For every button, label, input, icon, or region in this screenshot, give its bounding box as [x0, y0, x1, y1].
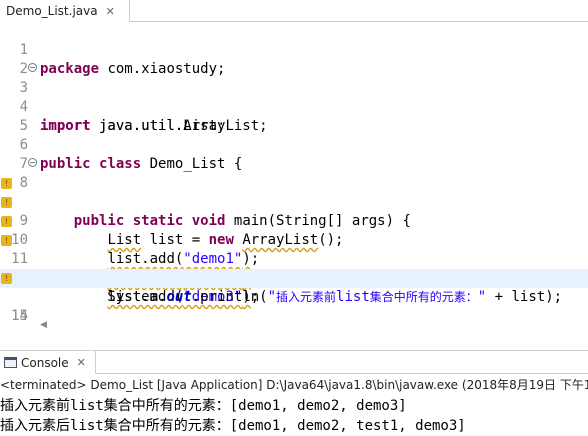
- warning-icon[interactable]: !: [1, 273, 12, 284]
- console-tab-label: Console: [21, 355, 69, 370]
- console-icon: [4, 357, 17, 368]
- code-line: 1 package com.xiaostudy;: [0, 22, 588, 77]
- code-line: ! 11 list.add("demo2");: [0, 212, 588, 286]
- console-tab-bar: Console ✕: [0, 350, 588, 374]
- code-line: 8 − public static void main(String[] arg…: [0, 155, 588, 229]
- console-output-line: 插入元素前list集合中所有的元素：[demo1, demo2, demo3]: [0, 398, 407, 414]
- code-line: ! 10 list.add("demo1");: [0, 193, 588, 267]
- warning-icon[interactable]: !: [1, 235, 12, 246]
- editor-tab-demo-list[interactable]: Demo_List.java ✕: [0, 0, 130, 22]
- editor-tab-label: Demo_List.java: [6, 4, 98, 18]
- code-editor[interactable]: 1 package com.xiaostudy; 2 3 − import ja…: [0, 22, 588, 328]
- close-icon[interactable]: ✕: [106, 5, 115, 18]
- code-line: 3 − import java.util.ArrayList;: [0, 60, 588, 134]
- warning-icon[interactable]: !: [1, 178, 12, 189]
- fold-minus-icon[interactable]: −: [28, 63, 37, 72]
- code-line: 13 System.out.println("插入元素前list集合中所有的元素…: [0, 250, 588, 305]
- horizontal-scrollbar[interactable]: ◀: [0, 320, 588, 330]
- code-line: 6 public class Demo_List {: [0, 117, 588, 172]
- warning-icon[interactable]: !: [1, 197, 12, 208]
- warning-icon[interactable]: !: [1, 216, 12, 227]
- code-line: 2: [0, 41, 588, 77]
- code-line: 7: [0, 136, 588, 172]
- editor-tab-bar: Demo_List.java ✕: [0, 0, 588, 22]
- code-line: 5: [0, 98, 588, 134]
- console-status: <terminated> Demo_List [Java Application…: [0, 378, 588, 392]
- code-line: ! 9 List list = new ArrayList();: [0, 174, 588, 248]
- scroll-left-icon[interactable]: ◀: [40, 320, 47, 330]
- close-icon[interactable]: ✕: [77, 356, 86, 369]
- code-line: 15 System.out.println("插入元素后list集合中所有的元素…: [0, 288, 588, 328]
- code-line-current: ! 14 list.add(2,"test1");: [0, 269, 588, 328]
- code-line: ! 12 list.add("demo3");: [0, 231, 588, 305]
- console-output-line: 插入元素后list集合中所有的元素：[demo1, demo2, test1, …: [0, 418, 466, 434]
- tab-console[interactable]: Console ✕: [0, 351, 96, 374]
- code-line: 4 import java.util.List;: [0, 79, 588, 134]
- fold-minus-icon[interactable]: −: [28, 158, 37, 167]
